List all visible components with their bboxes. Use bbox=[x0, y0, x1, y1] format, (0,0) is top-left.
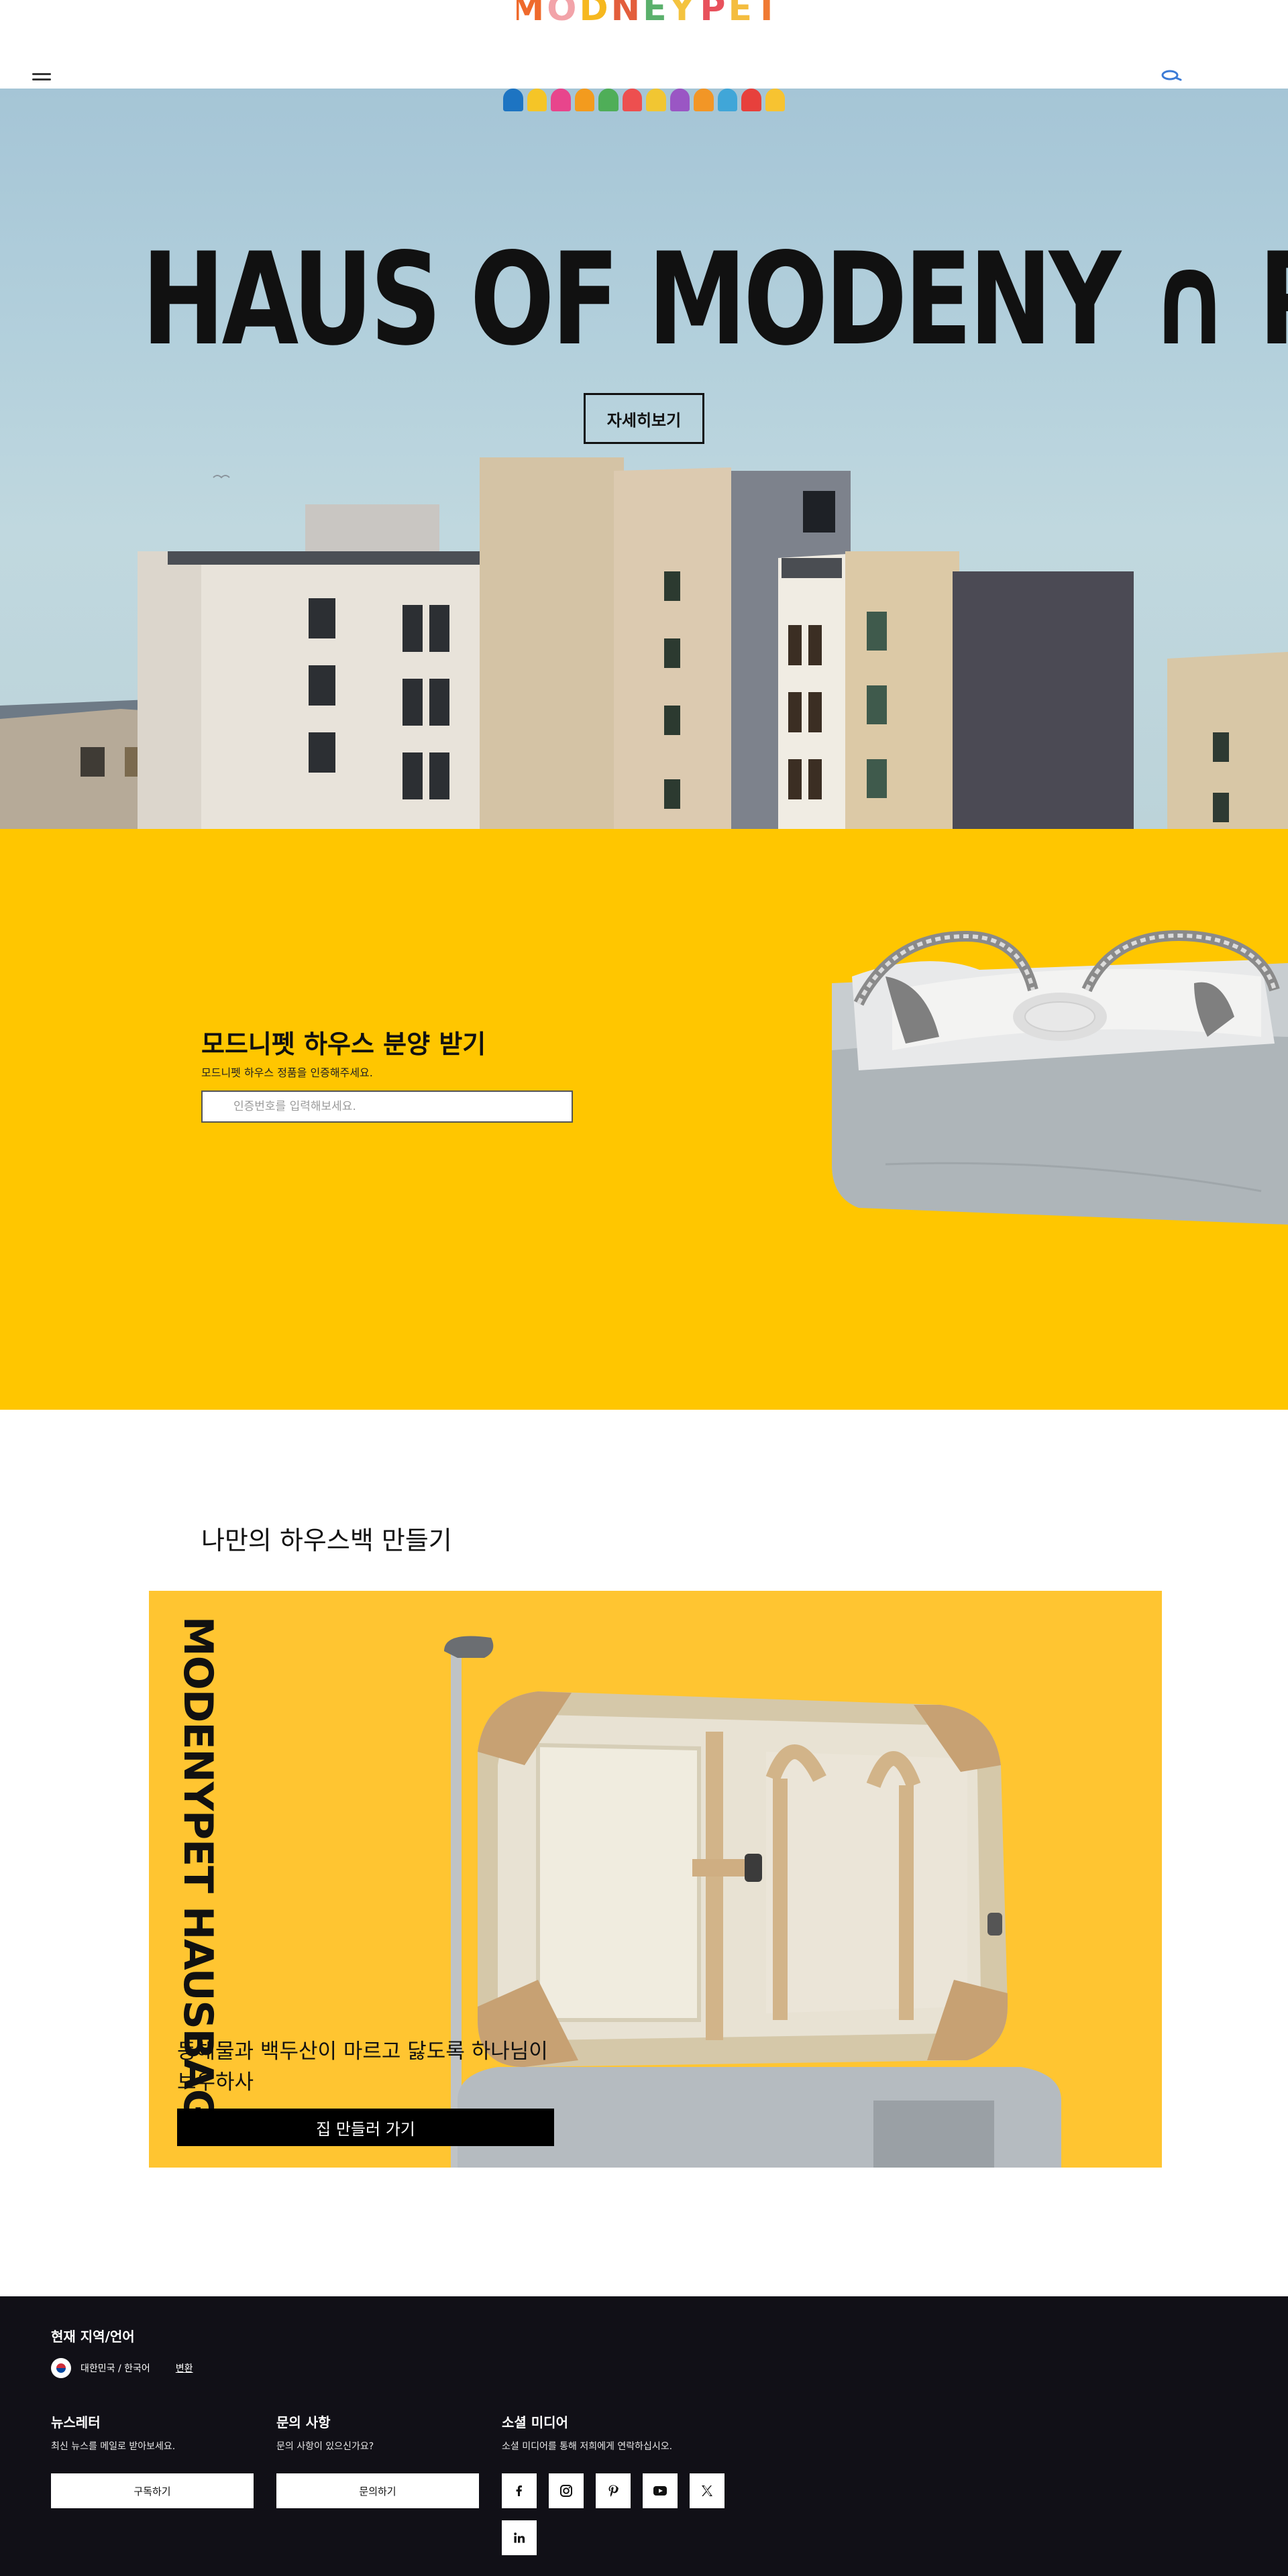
hamburger-icon-bar bbox=[32, 78, 51, 80]
social-column: 소셜 미디어 소셜 미디어를 통해 저희에게 연락하십시오. bbox=[502, 2412, 672, 2453]
learn-more-button[interactable]: 자세히보기 bbox=[584, 393, 704, 444]
region-change-link[interactable]: 변환 bbox=[176, 2361, 193, 2375]
logo-block bbox=[574, 89, 594, 111]
authentication-code-input[interactable] bbox=[201, 1090, 573, 1123]
logo-block bbox=[741, 89, 761, 111]
newsletter-column: 뉴스레터 최신 뉴스를 메일로 받아보세요. bbox=[51, 2412, 175, 2453]
logo-letter: P bbox=[700, 0, 726, 27]
linkedin-link[interactable] bbox=[502, 2520, 537, 2555]
social-title: 소셜 미디어 bbox=[502, 2414, 568, 2430]
x-icon bbox=[702, 2485, 712, 2496]
newsletter-title: 뉴스레터 bbox=[51, 2414, 101, 2430]
inquiry-text: 문의 사항이 있으신가요? bbox=[276, 2441, 374, 2452]
authentication-section: 모드니펫 하우스 분양 받기 모드니펫 하우스 정품을 인증해주세요. bbox=[0, 829, 1288, 1410]
vertical-brand-text: MODENYPET HAUSBAG bbox=[174, 1616, 221, 2122]
site-footer: 현재 지역/언어 대한민국 / 한국어 변환 뉴스레터 최신 뉴스를 메일로 받… bbox=[0, 2296, 1288, 2576]
logo-block bbox=[598, 89, 619, 111]
custom-hausbag-card: MODENYPET HAUSBAG 동해물과 백두산이 마르고 닳도록 하나님이… bbox=[149, 1591, 1162, 2168]
logo-block bbox=[646, 89, 666, 111]
logo-letter: N bbox=[610, 0, 641, 27]
hero-building-image bbox=[0, 457, 1288, 829]
brand-vertical-label: MODENYPET HAUSBAG bbox=[174, 1616, 221, 2122]
logo-block bbox=[503, 89, 523, 111]
search-icon bbox=[1161, 70, 1182, 81]
logo-letter: T bbox=[755, 0, 771, 27]
region-title: 현재 지역/언어 bbox=[51, 2329, 135, 2345]
youtube-link[interactable] bbox=[643, 2473, 678, 2508]
region-selector: 대한민국 / 한국어 변환 bbox=[51, 2358, 193, 2378]
description-line-1: 동해물과 백두산이 마르고 닳도록 하나님이 bbox=[177, 2039, 548, 2064]
hero-logo bbox=[503, 89, 785, 118]
auth-subtitle: 모드니펫 하우스 정품을 인증해주세요. bbox=[201, 1066, 373, 1079]
logo-letter: E bbox=[728, 0, 753, 27]
hero-banner: HAUS OF MODENY ∩ PET 자세히보기 bbox=[0, 89, 1288, 829]
search-button[interactable] bbox=[1159, 67, 1183, 85]
logo-letter: M bbox=[517, 0, 545, 27]
page: MODNEY PET HAUS OF MODENY ∩ 자세히보기 모드니펫 하… bbox=[0, 0, 1288, 2576]
newsletter-text: 최신 뉴스를 메일로 받아보세요. bbox=[51, 2441, 176, 2452]
make-house-button[interactable]: 집 만들러 가기 bbox=[177, 2109, 554, 2146]
hamburger-icon bbox=[32, 72, 51, 75]
inquiry-column: 문의 사항 문의 사항이 있으신가요? bbox=[276, 2412, 374, 2453]
brand-logo[interactable]: MODNEY PET bbox=[517, 0, 771, 27]
logo-block bbox=[551, 89, 571, 111]
custom-section-title: 나만의 하우스백 만들기 bbox=[201, 1526, 452, 1555]
menu-button[interactable] bbox=[32, 68, 54, 85]
custom-description: 동해물과 백두산이 마르고 닳도록 하나님이 보우하사 bbox=[177, 2036, 553, 2098]
inquiry-button[interactable]: 문의하기 bbox=[276, 2473, 479, 2508]
subscribe-button[interactable]: 구독하기 bbox=[51, 2473, 254, 2508]
x-link[interactable] bbox=[690, 2473, 724, 2508]
social-text: 소셜 미디어를 통해 저희에게 연락하십시오. bbox=[502, 2441, 673, 2452]
youtube-icon bbox=[653, 2486, 667, 2496]
instagram-icon bbox=[560, 2485, 572, 2497]
logo-block bbox=[717, 89, 737, 111]
logo-block bbox=[694, 89, 714, 111]
logo-letter: Y bbox=[669, 0, 695, 27]
logo-letter: E bbox=[643, 0, 667, 27]
logo-block bbox=[669, 89, 690, 111]
inquiry-title: 문의 사항 bbox=[276, 2414, 331, 2430]
korea-flag-icon bbox=[51, 2358, 71, 2378]
description-line-2: 보우하사 bbox=[177, 2070, 254, 2094]
hausbag-product-image bbox=[832, 930, 1288, 1225]
logo-letter: D bbox=[579, 0, 608, 27]
facebook-link[interactable] bbox=[502, 2473, 537, 2508]
logo-block bbox=[622, 89, 642, 111]
pinterest-link[interactable] bbox=[596, 2473, 631, 2508]
linkedin-icon bbox=[514, 2532, 525, 2543]
hero-title: HAUS OF MODENY ∩ PET bbox=[142, 225, 1288, 374]
logo-block bbox=[765, 89, 785, 111]
region-value: 대한민국 / 한국어 bbox=[80, 2363, 150, 2374]
instagram-link[interactable] bbox=[549, 2473, 584, 2508]
logo-letter: O bbox=[547, 0, 577, 27]
logo-block bbox=[527, 89, 547, 111]
pinterest-icon bbox=[608, 2485, 619, 2497]
facebook-icon bbox=[516, 2485, 522, 2496]
auth-title: 모드니펫 하우스 분양 받기 bbox=[201, 1029, 486, 1059]
